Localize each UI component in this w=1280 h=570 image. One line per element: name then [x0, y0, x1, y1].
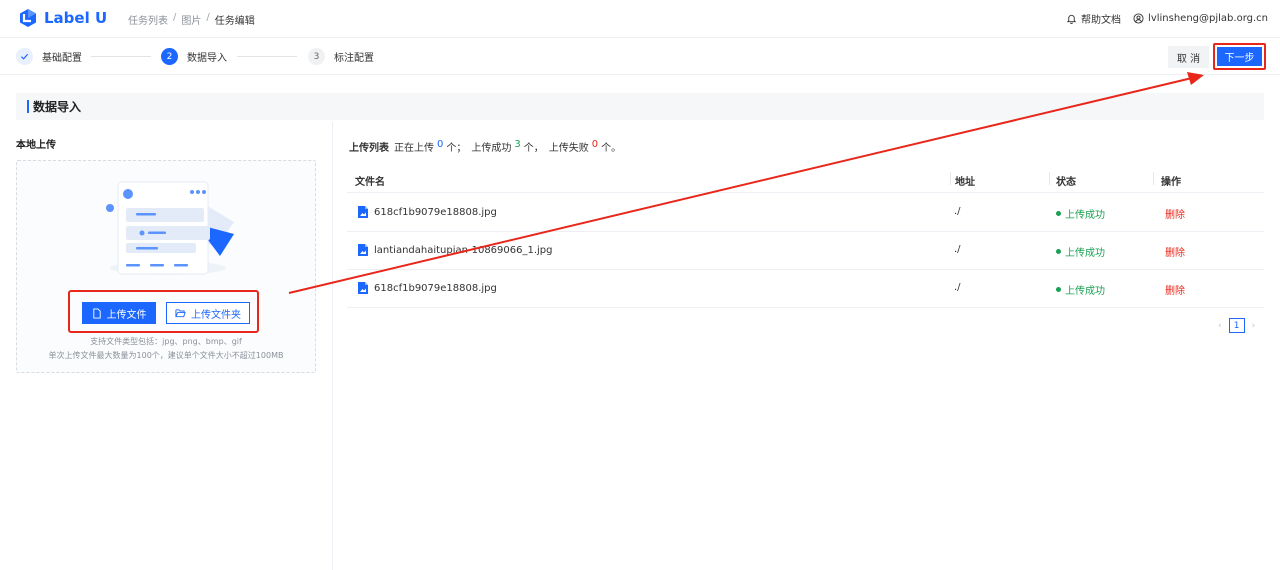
check-icon: [16, 48, 33, 65]
fail-label: 上传失败: [548, 143, 589, 154]
table-row: 618cf1b9079e18808.jpg ./ 上传成功 删除: [347, 270, 1264, 308]
help-docs-link[interactable]: 帮助文档: [1066, 11, 1121, 26]
upload-file-label: 上传文件: [106, 309, 147, 321]
header-right: 帮助文档 lvlinsheng@pjlab.org.cn: [1066, 11, 1268, 26]
next-button-highlight: 下一步: [1213, 43, 1266, 70]
success-unit: 个，: [523, 143, 544, 154]
upload-list-label: 上传列表: [349, 143, 389, 154]
step-number: 3: [308, 48, 325, 65]
column-header-status: 状态: [1056, 177, 1076, 188]
file-name: lantiandahaitupian-10869066_1.jpg: [374, 244, 553, 256]
success-count: 3: [514, 139, 521, 150]
upload-status: 上传成功: [1056, 244, 1105, 259]
table-header: 文件名 地址 状态 操作: [347, 164, 1264, 193]
file-address: ./: [954, 206, 961, 217]
local-upload-title: 本地上传: [16, 140, 56, 151]
breadcrumb-separator: /: [206, 12, 210, 23]
bell-icon: [1066, 14, 1077, 24]
fail-count: 0: [591, 139, 599, 150]
app-logo-text: Label U: [44, 9, 108, 27]
panel-divider: [332, 122, 333, 570]
file-name: 618cf1b9079e18808.jpg: [374, 206, 497, 218]
status-dot: [1056, 211, 1061, 216]
step-basic-config[interactable]: 基础配置: [16, 48, 82, 65]
breadcrumb-separator: /: [173, 12, 177, 23]
file-icon: [92, 307, 101, 319]
user-icon: [1133, 13, 1144, 24]
column-header-address: 地址: [955, 177, 975, 188]
breadcrumb: 任务列表 / 图片 / 任务编辑: [128, 12, 255, 27]
step-annotation-config[interactable]: 3 标注配置: [308, 48, 374, 65]
uploading-count: 0: [437, 139, 444, 150]
upload-illustration-icon: [106, 181, 234, 275]
step-connector: [91, 56, 151, 57]
upload-folder-button[interactable]: 上传文件夹: [166, 302, 250, 324]
step-connector: [237, 56, 297, 57]
delete-button[interactable]: 删除: [1165, 282, 1185, 297]
file-type-hint: 支持文件类型包括：jpg、png、bmp、gif: [90, 337, 242, 346]
file-name-cell: lantiandahaitupian-10869066_1.jpg: [357, 243, 553, 257]
user-email: lvlinsheng@pjlab.org.cn: [1148, 13, 1268, 24]
delete-button[interactable]: 删除: [1165, 244, 1185, 259]
step-label: 标注配置: [334, 53, 374, 64]
file-name-cell: 618cf1b9079e18808.jpg: [357, 281, 497, 295]
breadcrumb-current: 任务编辑: [214, 16, 255, 27]
help-docs-label: 帮助文档: [1081, 15, 1122, 26]
user-menu[interactable]: lvlinsheng@pjlab.org.cn: [1133, 13, 1268, 24]
file-limit-hint: 单次上传文件最大数量为100个，建议单个文件大小不超过100MB: [48, 351, 284, 360]
file-name: 618cf1b9079e18808.jpg: [374, 282, 497, 294]
image-file-icon: [358, 244, 368, 256]
image-file-icon: [358, 282, 368, 294]
pagination-prev-icon[interactable]: ‹: [1218, 321, 1222, 331]
uploading-unit: 个；: [446, 143, 467, 154]
upload-list-summary: 上传列表 正在上传 0 个； 上传成功 3 个， 上传失败 0 个。: [349, 139, 621, 154]
cancel-button[interactable]: 取 消: [1168, 46, 1209, 68]
section-title: 数据导入: [33, 100, 82, 114]
upload-status: 上传成功: [1056, 282, 1105, 297]
status-dot: [1056, 249, 1061, 254]
next-step-button[interactable]: 下一步: [1217, 47, 1262, 66]
step-label: 数据导入: [187, 53, 227, 64]
section-accent-bar: [27, 100, 29, 113]
table-row: 618cf1b9079e18808.jpg ./ 上传成功 删除: [347, 194, 1264, 232]
breadcrumb-images[interactable]: 图片: [181, 12, 201, 27]
column-header-filename: 文件名: [355, 177, 385, 188]
pagination: ‹ 1 ›: [1218, 318, 1255, 333]
delete-button[interactable]: 删除: [1165, 206, 1185, 221]
file-address: ./: [954, 244, 961, 255]
label-u-logo-icon: [20, 9, 36, 27]
upload-file-button[interactable]: 上传文件: [82, 302, 156, 324]
pagination-next-icon[interactable]: ›: [1252, 321, 1256, 331]
column-header-action: 操作: [1161, 177, 1181, 188]
table-row: lantiandahaitupian-10869066_1.jpg ./ 上传成…: [347, 232, 1264, 270]
success-label: 上传成功: [471, 143, 512, 154]
step-label: 基础配置: [42, 53, 82, 64]
status-dot: [1056, 287, 1061, 292]
folder-open-icon: [175, 309, 186, 318]
uploading-label: 正在上传: [394, 143, 434, 154]
fail-unit: 个。: [601, 143, 622, 154]
upload-folder-label: 上传文件夹: [191, 309, 241, 321]
file-address: ./: [954, 282, 961, 293]
status-text: 上传成功: [1065, 286, 1105, 297]
section-header: 数据导入: [16, 93, 1264, 120]
top-header: Label U 任务列表 / 图片 / 任务编辑 帮助文档 lvlinsheng…: [0, 0, 1280, 38]
breadcrumb-task-list[interactable]: 任务列表: [128, 12, 168, 27]
step-data-import[interactable]: 2 数据导入: [161, 48, 227, 65]
image-file-icon: [358, 206, 368, 218]
step-number: 2: [161, 48, 178, 65]
app-logo[interactable]: Label U: [18, 8, 107, 28]
file-name-cell: 618cf1b9079e18808.jpg: [357, 205, 497, 219]
upload-status: 上传成功: [1056, 206, 1105, 221]
status-text: 上传成功: [1065, 210, 1105, 221]
pagination-page[interactable]: 1: [1228, 318, 1245, 333]
status-text: 上传成功: [1065, 248, 1105, 259]
